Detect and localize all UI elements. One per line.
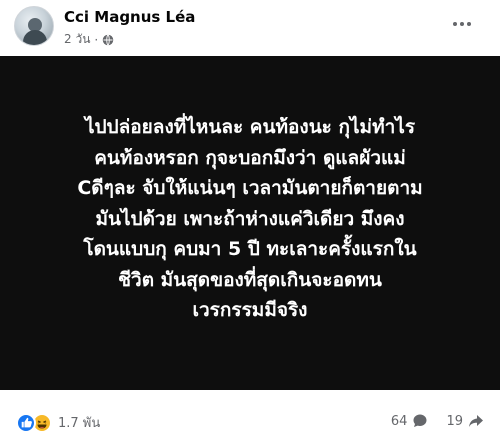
reactions-summary[interactable]: 1.7 พัน [16,412,100,433]
author-avatar[interactable] [14,6,54,46]
reaction-count[interactable]: 1.7 พัน [58,412,100,433]
avatar-figure-body [23,30,47,45]
like-reaction-icon [16,412,36,433]
post-header: Cci Magnus Léa 2 วัน · [0,0,500,56]
comment-count: 64 [390,413,408,429]
post-time[interactable]: 2 วัน [64,30,90,49]
post-meta: 2 วัน · [64,30,114,49]
share-stat[interactable]: 19 [446,413,484,429]
post-text-line: Cดีๆละ จับให้แน่นๆ เวลามันตายก็ตายตาม [77,177,423,200]
comment-icon [413,414,427,427]
post-content-box: ไปปล่อยลงที่ไหนละ คนท้องนะ กุไม่ทำไร คนท… [0,56,500,390]
post-text-line: มันไปด้วย เพาะถ้าห่างแค่วิเดียว มึงคง [95,207,405,230]
post-footer: 1.7 พัน 64 19 [0,404,500,444]
meta-separator: · [94,32,99,47]
share-count: 19 [446,413,463,429]
more-options-icon[interactable] [446,8,478,40]
post-text-line: เวรกรรมมีจริง [192,299,308,322]
comment-stat[interactable]: 64 [391,413,429,429]
post-text: ไปปล่อยลงที่ไหนละ คนท้องนะ กุไม่ทำไร คนท… [30,112,470,326]
engagement-stats: 64 19 [391,413,484,429]
post-text-line: โดนแบบกุ คบมา 5 ปี ทะเลาะครั้งแรกใน [83,238,417,261]
post-text-line: คนท้องหรอก กุจะบอกมึงว่า ดูแลผัวแม่ [94,146,406,169]
post-text-line: ไปปล่อยลงที่ไหนละ คนท้องนะ กุไม่ทำไร [84,116,416,139]
post-text-line: ชีวิต มันสุดของที่สุดเกินจะอดทน [118,268,382,291]
globe-icon [102,33,114,46]
share-icon [469,415,483,427]
author-name[interactable]: Cci Magnus Léa [64,8,195,26]
